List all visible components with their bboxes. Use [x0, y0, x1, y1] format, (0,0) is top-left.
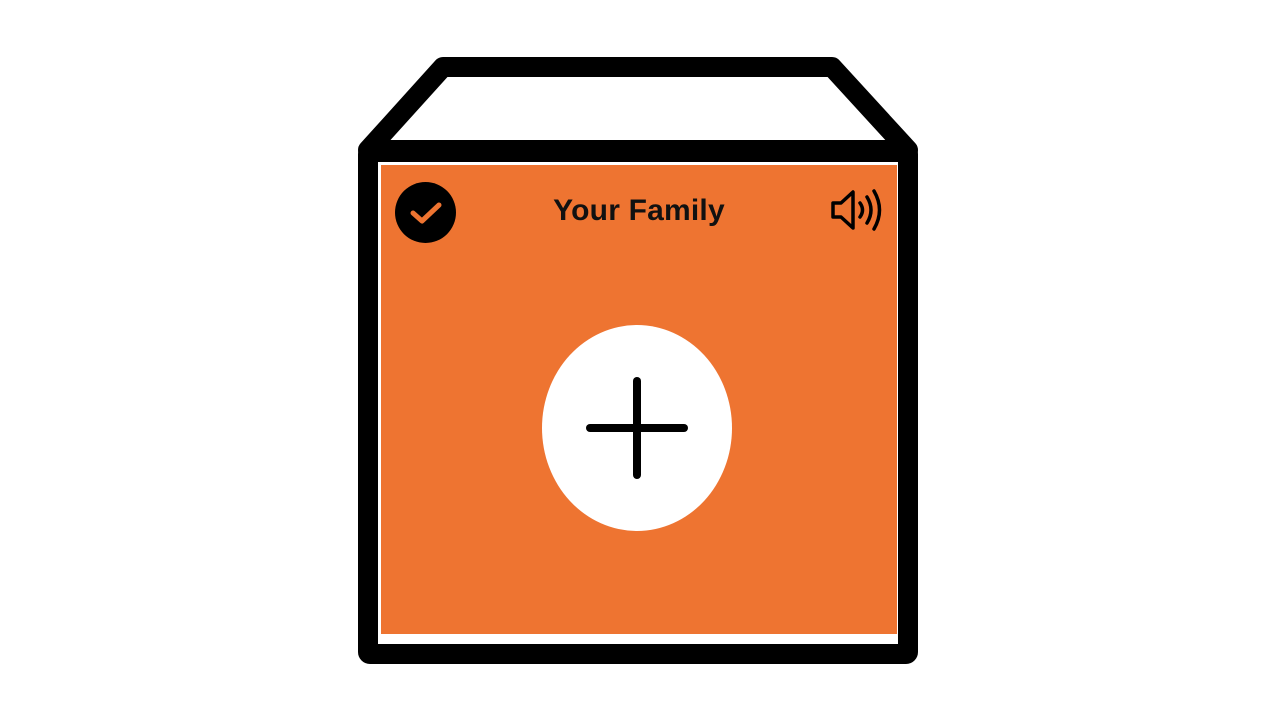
plus-icon	[586, 377, 688, 479]
audio-button[interactable]	[829, 187, 887, 233]
family-panel: Your Family	[381, 165, 897, 634]
add-member-button[interactable]	[542, 325, 732, 531]
family-box-screen: Your Family	[0, 0, 1280, 720]
panel-title: Your Family	[553, 194, 725, 227]
box-lid	[358, 57, 918, 160]
speaker-icon	[831, 189, 882, 231]
